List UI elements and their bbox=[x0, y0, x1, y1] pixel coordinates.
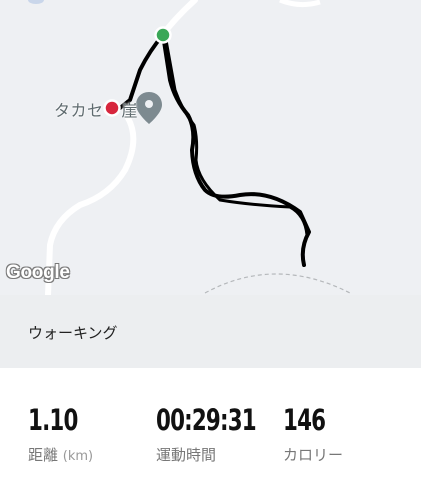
route-line bbox=[161, 33, 311, 267]
distance-stat: 1.10 距離 (km) bbox=[28, 402, 93, 465]
calories-label: カロリー bbox=[283, 446, 344, 464]
map-place-label: タカセ崖 bbox=[54, 101, 139, 120]
road bbox=[279, 0, 321, 8]
map-canvas bbox=[28, 0, 351, 295]
duration-value: 00:29:31 bbox=[156, 403, 257, 437]
duration-stat: 00:29:31 運動時間 bbox=[156, 402, 278, 465]
calories-value: 146 bbox=[283, 403, 326, 437]
distance-value: 1.10 bbox=[28, 403, 78, 437]
boundary-line bbox=[204, 273, 351, 294]
start-marker bbox=[154, 26, 172, 44]
google-logo: Google bbox=[6, 262, 70, 283]
route-line bbox=[164, 38, 309, 237]
distance-label: 距離 (km) bbox=[28, 446, 94, 464]
route-map[interactable]: タカセ崖 Google bbox=[0, 0, 421, 295]
duration-label: 運動時間 bbox=[156, 446, 217, 464]
distance-unit: (km) bbox=[62, 449, 94, 464]
activity-type-label: ウォーキング bbox=[28, 324, 118, 342]
place-pin-icon bbox=[136, 92, 162, 124]
calories-stat: 146 カロリー bbox=[283, 402, 343, 465]
